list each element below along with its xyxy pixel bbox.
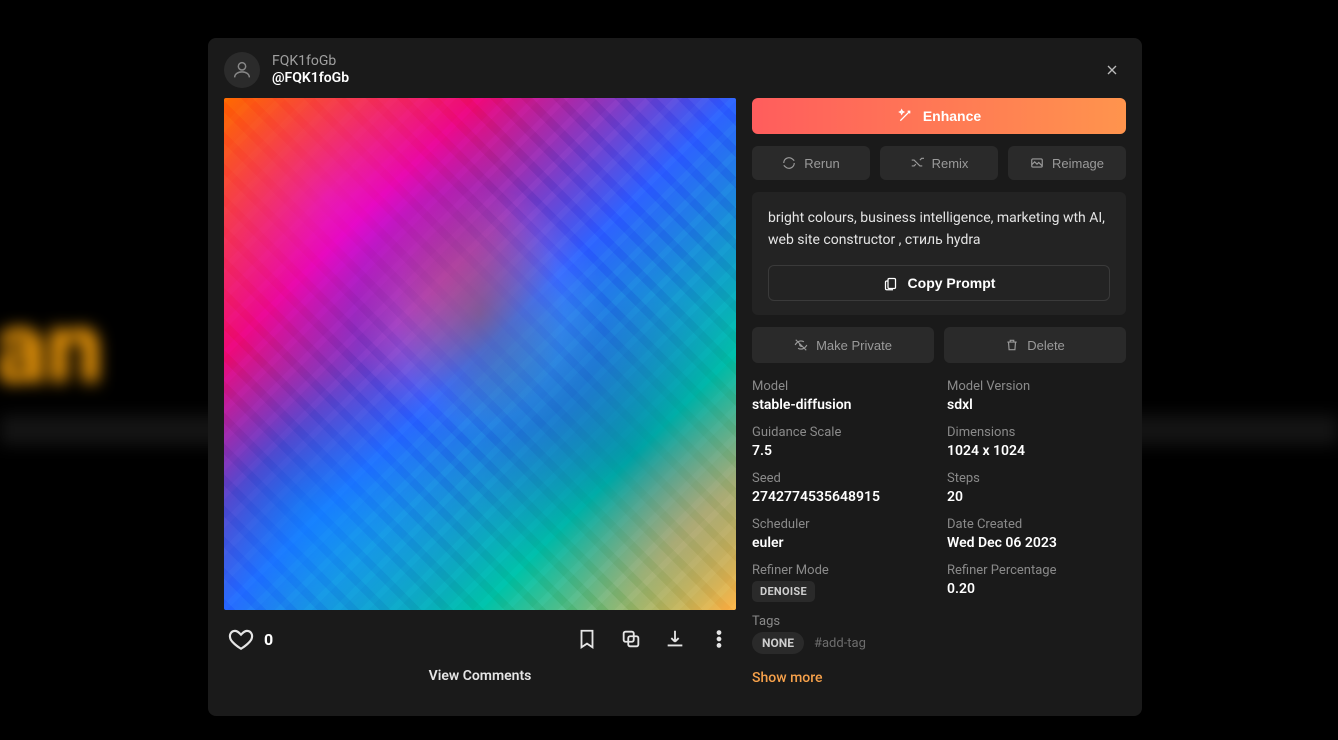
prompt-card: bright colours, business intelligence, m…	[752, 192, 1126, 315]
shuffle-icon	[910, 156, 924, 170]
enhance-button[interactable]: Enhance	[752, 98, 1126, 134]
meta-label: Date Created	[947, 517, 1126, 532]
user-icon	[231, 59, 253, 81]
more-button[interactable]	[706, 626, 732, 652]
copy-prompt-button[interactable]: Copy Prompt	[768, 265, 1110, 301]
meta-date: Date Created Wed Dec 06 2023	[947, 517, 1126, 551]
download-icon	[664, 628, 686, 650]
like-count: 0	[264, 630, 273, 649]
copy-prompt-label: Copy Prompt	[908, 275, 996, 291]
kebab-icon	[708, 628, 730, 650]
bg-hero-text: te an	[0, 290, 103, 407]
reimage-label: Reimage	[1052, 156, 1104, 171]
show-more-link[interactable]: Show more	[752, 666, 1126, 686]
meta-label: Model Version	[947, 379, 1126, 394]
download-button[interactable]	[662, 626, 688, 652]
meta-value: euler	[752, 535, 931, 551]
meta-scheduler: Scheduler euler	[752, 517, 931, 551]
display-name[interactable]: FQK1foGb	[272, 53, 349, 70]
modal-header: FQK1foGb @FQK1foGb	[208, 38, 1142, 94]
remix-button[interactable]: Remix	[880, 146, 998, 180]
meta-label: Scheduler	[752, 517, 931, 532]
rerun-button[interactable]: Rerun	[752, 146, 870, 180]
right-column: Enhance Rerun Remix Reimage bright colou…	[752, 98, 1126, 700]
meta-label: Refiner Mode	[752, 563, 931, 578]
like-control[interactable]: 0	[228, 626, 273, 652]
meta-model: Model stable-diffusion	[752, 379, 931, 413]
tags-row: NONE #add-tag	[752, 632, 1126, 654]
heart-icon[interactable]	[228, 626, 254, 652]
meta-seed: Seed 2742774535648915	[752, 471, 931, 505]
bookmark-icon	[576, 628, 598, 650]
meta-tags: Tags NONE #add-tag	[752, 614, 1126, 654]
meta-label: Steps	[947, 471, 1126, 486]
meta-value: 2742774535648915	[752, 489, 931, 505]
bookmark-button[interactable]	[574, 626, 600, 652]
meta-label: Seed	[752, 471, 931, 486]
metadata-grid: Model stable-diffusion Model Version sdx…	[752, 375, 1126, 654]
tag-none: NONE	[752, 632, 804, 654]
clipboard-icon	[883, 276, 898, 291]
add-tag-input[interactable]: #add-tag	[814, 636, 866, 651]
meta-model-version: Model Version sdxl	[947, 379, 1126, 413]
meta-value: 0.20	[947, 581, 1126, 597]
meta-value: 20	[947, 489, 1126, 505]
make-private-button[interactable]: Make Private	[752, 327, 934, 363]
wand-icon	[897, 108, 913, 124]
close-icon	[1104, 62, 1120, 78]
meta-value: Wed Dec 06 2023	[947, 535, 1126, 551]
meta-value: 1024 x 1024	[947, 443, 1126, 459]
meta-label: Guidance Scale	[752, 425, 931, 440]
copy-icon	[620, 628, 642, 650]
make-private-label: Make Private	[816, 338, 892, 353]
action-row: Rerun Remix Reimage	[752, 146, 1126, 180]
meta-dimensions: Dimensions 1024 x 1024	[947, 425, 1126, 459]
refresh-icon	[782, 156, 796, 170]
meta-label: Dimensions	[947, 425, 1126, 440]
rerun-label: Rerun	[804, 156, 839, 171]
modal-body: 0 View Com	[208, 94, 1142, 716]
meta-refiner-mode: Refiner Mode DENOISE	[752, 563, 931, 602]
image-icon	[1030, 156, 1044, 170]
generated-image[interactable]	[224, 98, 736, 610]
meta-steps: Steps 20	[947, 471, 1126, 505]
secondary-actions	[574, 626, 732, 652]
user-handle[interactable]: @FQK1foGb	[272, 70, 349, 87]
image-actions-row: 0	[224, 610, 736, 656]
meta-refiner-pct: Refiner Percentage 0.20	[947, 563, 1126, 602]
reimage-button[interactable]: Reimage	[1008, 146, 1126, 180]
meta-value: sdxl	[947, 397, 1126, 413]
meta-label: Model	[752, 379, 931, 394]
refiner-mode-pill: DENOISE	[752, 581, 815, 602]
user-block: FQK1foGb @FQK1foGb	[272, 53, 349, 87]
trash-icon	[1005, 338, 1019, 352]
meta-guidance: Guidance Scale 7.5	[752, 425, 931, 459]
remix-label: Remix	[932, 156, 969, 171]
left-column: 0 View Com	[224, 98, 736, 700]
avatar[interactable]	[224, 52, 260, 88]
meta-value: stable-diffusion	[752, 397, 931, 413]
close-button[interactable]	[1098, 56, 1126, 84]
copy-button[interactable]	[618, 626, 644, 652]
view-comments-link[interactable]: View Comments	[224, 656, 736, 688]
eye-off-icon	[794, 338, 808, 352]
prompt-text: bright colours, business intelligence, m…	[768, 208, 1110, 251]
privacy-row: Make Private Delete	[752, 327, 1126, 363]
meta-value: 7.5	[752, 443, 931, 459]
meta-label: Tags	[752, 614, 1126, 629]
image-detail-modal: FQK1foGb @FQK1foGb 0	[208, 38, 1142, 716]
delete-button[interactable]: Delete	[944, 327, 1126, 363]
delete-label: Delete	[1027, 338, 1065, 353]
meta-label: Refiner Percentage	[947, 563, 1126, 578]
enhance-label: Enhance	[923, 108, 981, 124]
